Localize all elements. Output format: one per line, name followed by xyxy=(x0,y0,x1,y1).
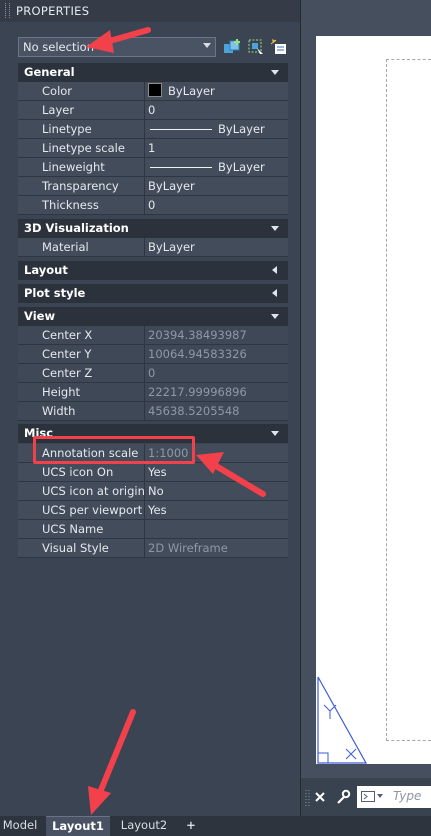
tab-model[interactable]: Model xyxy=(0,816,40,836)
add-layout-tab-button[interactable]: + xyxy=(180,816,202,836)
arrow-to-layout1-tab-icon xyxy=(88,709,136,815)
arrow-to-selection-icon xyxy=(86,27,151,53)
arrow-to-annotation-scale-icon xyxy=(196,452,266,497)
tab-layout1[interactable]: Layout1 xyxy=(46,816,110,836)
tab-layout2[interactable]: Layout2 xyxy=(114,816,174,836)
annotation-arrows xyxy=(86,27,266,815)
layout-tabs-bar: Model Layout1 Layout2 + xyxy=(0,816,431,836)
